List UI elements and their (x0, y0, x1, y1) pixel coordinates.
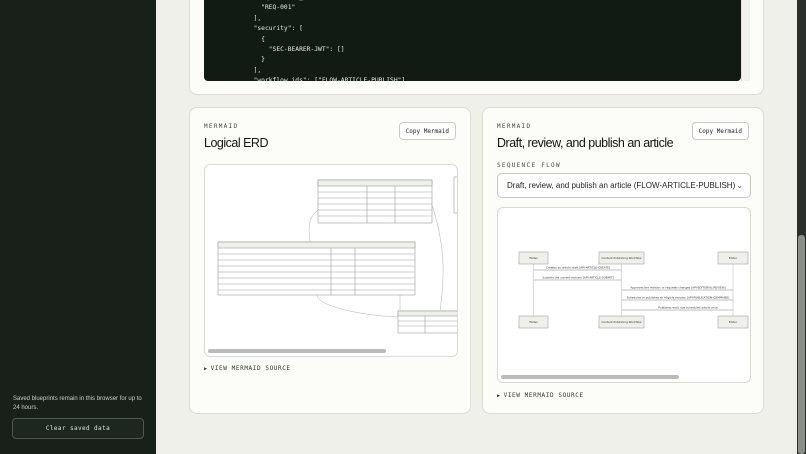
participant-label: Content Publishing Workflow (601, 256, 642, 260)
caret-right-icon: ▶ (204, 366, 208, 372)
saved-blueprints-note: Saved blueprints remain in this browser … (13, 396, 142, 411)
participant-label: Editor (729, 320, 738, 324)
openapi-code-card: "requirement_ids": [ "REQ-001" ], "secur… (189, 0, 764, 95)
sequence-flow-select[interactable]: Draft, review, and publish an article (F… (497, 173, 751, 198)
sidebar: Saved blueprints remain in this browser … (0, 0, 156, 454)
sequence-flow-card: MERMAID Copy Mermaid Draft, review, and … (482, 107, 764, 414)
message-label: Approves the revision or requests change… (630, 286, 725, 290)
sequence-diagram-svg: Writer Content Publishing Workflow Edito… (518, 251, 749, 329)
participant-label: Editor (729, 256, 738, 260)
participant-label: Writer (529, 256, 538, 260)
caret-right-icon: ▶ (497, 393, 501, 399)
message-label: Submits the current revision [API-ARTICL… (542, 276, 613, 280)
sequence-diagram[interactable]: Writer Content Publishing Workflow Edito… (497, 207, 751, 383)
code-scrollbar[interactable] (741, 0, 750, 81)
select-value: Draft, review, and publish an article (F… (507, 181, 736, 190)
view-mermaid-source-toggle[interactable]: ▶ VIEW MERMAID SOURCE (204, 365, 291, 372)
toggle-label: VIEW MERMAID SOURCE (210, 365, 291, 372)
card-title: Logical ERD (204, 136, 268, 150)
code-block: "requirement_ids": [ "REQ-001" ], "secur… (204, 0, 741, 81)
card-eyebrow: MERMAID (497, 123, 532, 130)
diagram-horizontal-scrollbar[interactable] (208, 349, 386, 353)
message-label: Creates an article draft [API-ARTICLE-CR… (546, 266, 610, 270)
erd-diagram[interactable] (204, 164, 458, 357)
message-label: Schedules or publishes an eligible revis… (627, 296, 730, 300)
erd-diagram-svg (217, 176, 457, 334)
diagram-horizontal-scrollbar[interactable] (501, 375, 679, 379)
copy-mermaid-button[interactable]: Copy Mermaid (398, 122, 456, 140)
page-scrollbar[interactable] (797, 0, 806, 454)
view-mermaid-source-toggle[interactable]: ▶ VIEW MERMAID SOURCE (497, 392, 584, 399)
page-scrollbar-thumb[interactable] (798, 235, 805, 454)
sequence-flow-label: SEQUENCE FLOW (497, 162, 561, 169)
participant-label: Content Publishing Workflow (601, 320, 642, 324)
card-eyebrow: MERMAID (204, 123, 239, 130)
participant-label: Writer (529, 320, 538, 324)
copy-mermaid-button[interactable]: Copy Mermaid (691, 122, 749, 140)
toggle-label: VIEW MERMAID SOURCE (503, 392, 584, 399)
code-text: "requirement_ids": [ "REQ-001" ], "secur… (253, 0, 406, 81)
logical-erd-card: MERMAID Copy Mermaid Logical ERD ▶ VIEW … (189, 107, 471, 414)
message-label: Publishes each due scheduled article onc… (658, 306, 718, 310)
card-title: Draft, review, and publish an article (497, 136, 674, 150)
chevron-down-icon: ⌄ (736, 181, 743, 190)
clear-saved-data-button[interactable]: Clear saved data (12, 418, 144, 439)
